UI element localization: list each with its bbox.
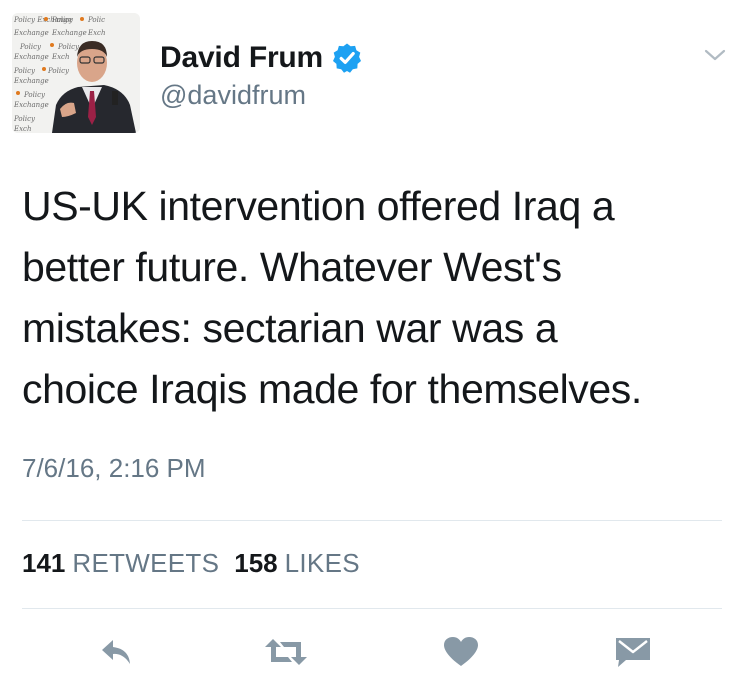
svg-text:Exchange: Exchange: [51, 29, 87, 37]
svg-text:Exchange: Exchange: [13, 29, 49, 37]
likes-label[interactable]: LIKES: [285, 548, 360, 579]
svg-text:Exchange: Exchange: [13, 53, 49, 61]
svg-text:Policy: Policy: [51, 16, 74, 24]
tweet-timestamp: 7/6/16, 2:16 PM: [22, 453, 206, 483]
reply-icon: [102, 640, 130, 664]
like-button[interactable]: [437, 630, 485, 674]
svg-text:Policy: Policy: [13, 67, 36, 75]
divider: [22, 520, 722, 521]
svg-text:Exchange: Exchange: [13, 101, 49, 109]
tweet-stats: 141 RETWEETS 158 LIKES: [22, 548, 375, 579]
likes-count[interactable]: 158: [234, 548, 277, 579]
retweets-count[interactable]: 141: [22, 548, 65, 579]
svg-text:Exch: Exch: [87, 29, 106, 37]
svg-text:Policy: Policy: [47, 67, 70, 75]
action-bar: [0, 630, 750, 674]
reply-button[interactable]: [93, 630, 141, 674]
svg-text:Policy: Policy: [23, 91, 46, 99]
svg-text:Exch: Exch: [13, 125, 32, 133]
svg-text:Polic: Polic: [87, 16, 105, 24]
verified-badge-icon: [331, 42, 363, 74]
heart-icon: [444, 637, 478, 666]
author-display-name[interactable]: David Frum: [160, 41, 323, 75]
retweet-icon: [265, 639, 307, 665]
divider: [22, 608, 722, 609]
chevron-down-icon[interactable]: [703, 47, 727, 63]
svg-text:Exch: Exch: [51, 53, 70, 61]
svg-text:Exchange: Exchange: [13, 77, 49, 85]
svg-text:Policy: Policy: [13, 115, 36, 123]
avatar-image: Policy Exchange Policy Polic Exchange Exch…: [12, 13, 140, 133]
direct-message-button[interactable]: [609, 630, 657, 674]
tweet-text: US-UK intervention offered Iraq a better…: [22, 183, 642, 412]
author-name-row[interactable]: David Frum: [160, 38, 363, 78]
envelope-icon: [616, 638, 650, 667]
svg-text:Policy: Policy: [19, 43, 42, 51]
retweets-label[interactable]: RETWEETS: [72, 548, 219, 579]
author-handle[interactable]: @davidfrum: [160, 80, 306, 111]
svg-text:Policy: Policy: [57, 43, 80, 51]
retweet-button[interactable]: [262, 630, 310, 674]
avatar[interactable]: Policy Exchange Policy Polic Exchange Exch…: [12, 13, 140, 133]
tweet-detail: Policy Exchange Policy Polic Exchange Exch…: [0, 0, 750, 689]
